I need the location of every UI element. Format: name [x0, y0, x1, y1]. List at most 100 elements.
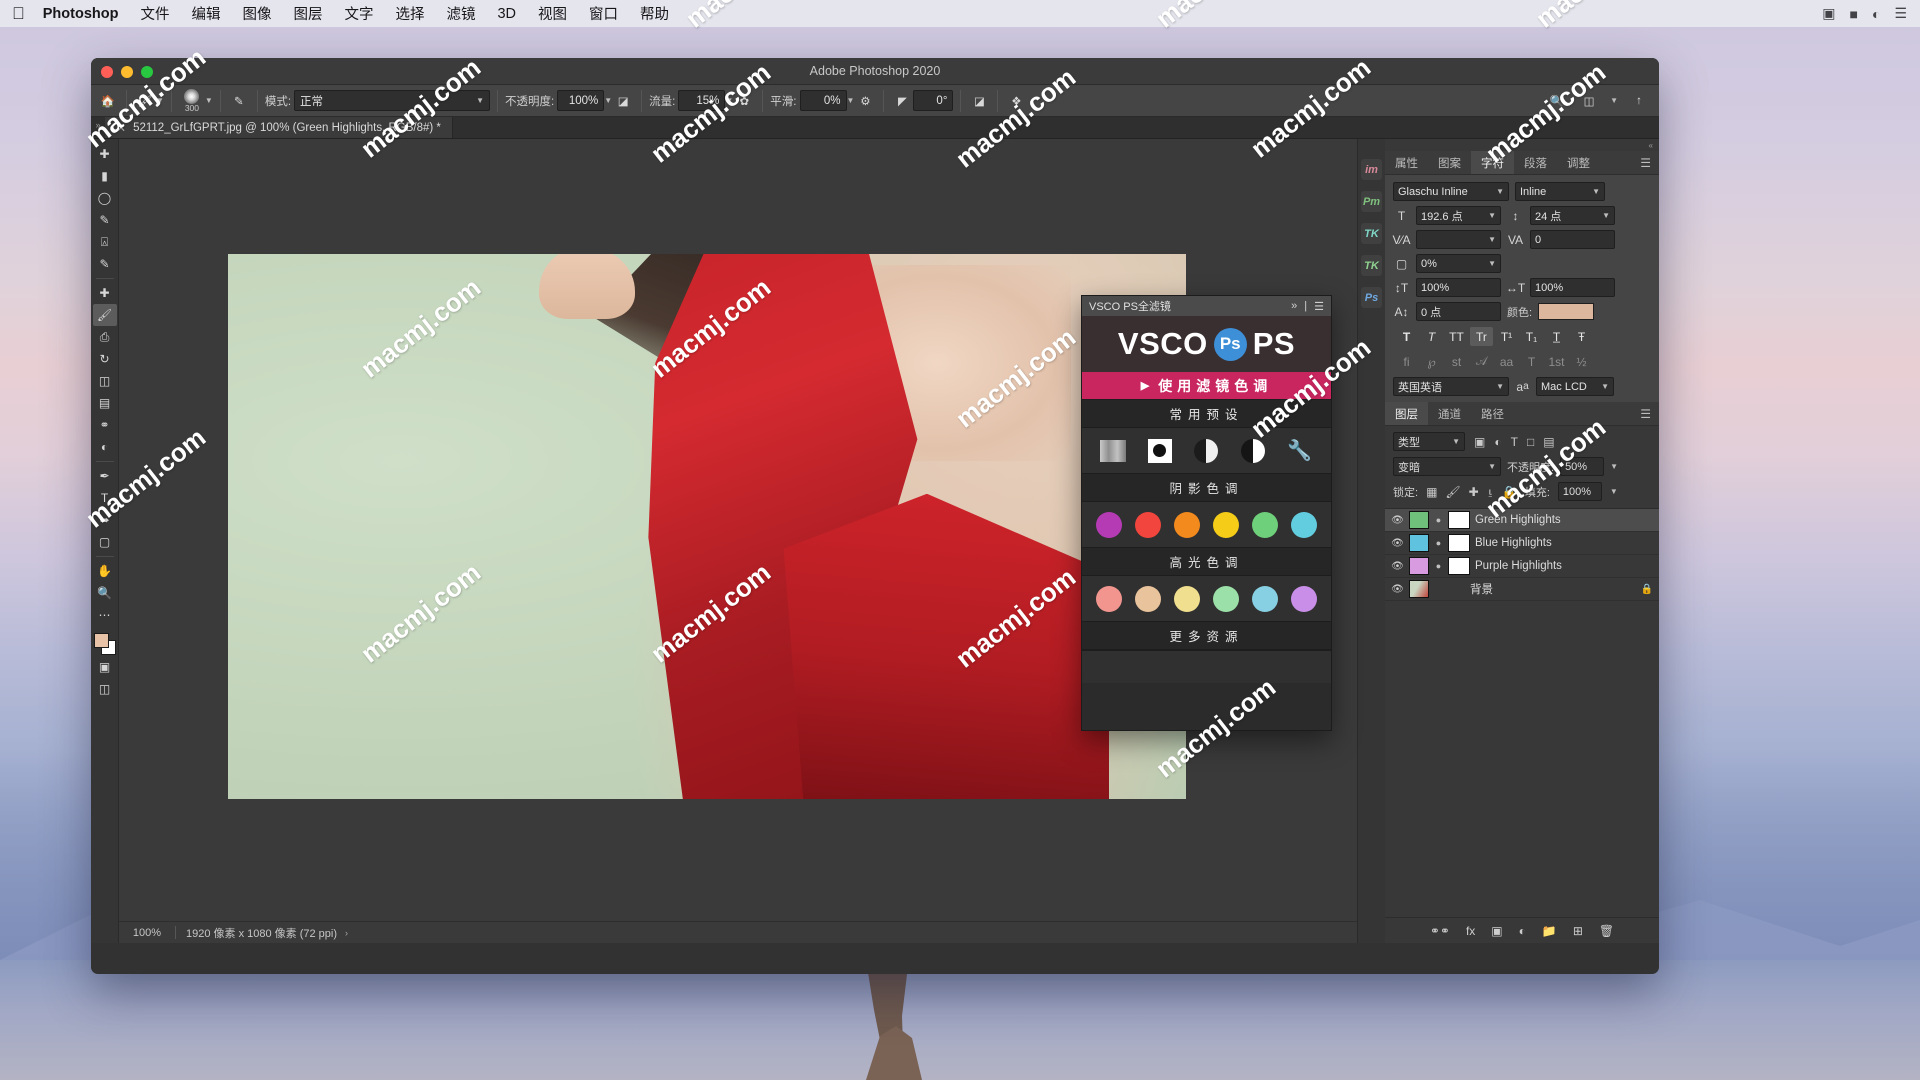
tab-properties[interactable]: 属性: [1385, 151, 1428, 174]
highlight-color-blue[interactable]: [1251, 585, 1278, 612]
chevron-down-icon[interactable]: ▼: [725, 96, 733, 105]
swash-button[interactable]: 𝒜: [1470, 352, 1493, 371]
layer-thumbnail[interactable]: [1409, 580, 1429, 598]
vsco-plugin-panel[interactable]: VSCO PS全滤镜 » | ☰ VSCO Ps PS ▶ 使用滤镜色调 常用预…: [1081, 295, 1332, 731]
menu-item-edit[interactable]: 编辑: [191, 3, 220, 24]
lock-transparent-icon[interactable]: ▦: [1426, 485, 1437, 499]
blur-tool[interactable]: ⚭: [93, 414, 117, 436]
superscript-button[interactable]: T¹: [1495, 327, 1518, 346]
shadow-color-red[interactable]: [1135, 511, 1162, 538]
tkactions-plugin-icon[interactable]: TK: [1361, 223, 1382, 244]
mask-link-icon[interactable]: ●: [1434, 538, 1443, 548]
search-icon[interactable]: 🔍: [1546, 90, 1568, 112]
gradient-preset-button[interactable]: [1100, 438, 1127, 464]
menu-item-layer[interactable]: 图层: [293, 3, 322, 24]
chevron-down-icon[interactable]: ▼: [604, 96, 612, 105]
tkactions2-plugin-icon[interactable]: TK: [1361, 255, 1382, 276]
menu-item-help[interactable]: 帮助: [640, 3, 669, 24]
menu-item-3d[interactable]: 3D: [497, 6, 516, 22]
tracking-input[interactable]: 0: [1530, 230, 1615, 249]
layer-visibility-icon[interactable]: 👁: [1391, 538, 1404, 549]
shape-tool[interactable]: ▢: [93, 531, 117, 553]
flow-input[interactable]: 15%: [678, 90, 726, 111]
vertical-scale-input[interactable]: 0% ▼: [1416, 254, 1501, 273]
hand-tool[interactable]: ✋: [93, 560, 117, 582]
new-group-icon[interactable]: 📁: [1542, 924, 1557, 938]
zoom-level[interactable]: 100%: [119, 927, 175, 939]
link-layers-icon[interactable]: ⚭⚭: [1430, 924, 1450, 938]
lock-artboard-icon[interactable]: ⍸: [1487, 484, 1494, 499]
layer-visibility-icon[interactable]: 👁: [1391, 515, 1404, 526]
layer-style-icon[interactable]: fx: [1466, 924, 1475, 938]
imageenlarger-plugin-icon[interactable]: im: [1361, 159, 1382, 180]
filter-type-icon[interactable]: T: [1511, 435, 1518, 449]
opacity-input[interactable]: 100%: [557, 90, 605, 111]
history-brush-tool[interactable]: ↻: [93, 348, 117, 370]
menu-item-window[interactable]: 窗口: [589, 3, 618, 24]
quick-mask-icon[interactable]: ▣: [93, 656, 117, 678]
font-style-select[interactable]: Inline ▼: [1515, 182, 1605, 201]
faux-bold-button[interactable]: T: [1395, 327, 1418, 346]
halftone-preset-button[interactable]: [1240, 438, 1266, 464]
kerning-input[interactable]: ▼: [1416, 230, 1501, 249]
layer-name[interactable]: Green Highlights: [1475, 514, 1653, 526]
move-tool[interactable]: ✚: [93, 143, 117, 165]
filter-shape-icon[interactable]: □: [1527, 435, 1534, 449]
dodge-tool[interactable]: ◐: [93, 436, 117, 458]
font-family-select[interactable]: Glaschu Inline ▼: [1393, 182, 1509, 201]
document-artboard[interactable]: [228, 254, 1186, 799]
lock-position-icon[interactable]: ✚: [1469, 485, 1479, 499]
menu-item-file[interactable]: 文件: [140, 3, 169, 24]
lock-all-icon[interactable]: 🔒: [1502, 485, 1517, 499]
apply-filter-button[interactable]: ▶ 使用滤镜色调: [1082, 372, 1331, 399]
filter-pixel-icon[interactable]: ▣: [1474, 435, 1485, 449]
pen-tool[interactable]: ✒: [93, 465, 117, 487]
shadow-color-cyan[interactable]: [1290, 511, 1317, 538]
brush-tool[interactable]: 🖌: [92, 304, 117, 326]
shadow-color-yellow[interactable]: [1212, 511, 1239, 538]
all-caps-button[interactable]: TT: [1445, 327, 1468, 346]
tab-paths[interactable]: 路径: [1471, 402, 1514, 425]
clone-stamp-tool[interactable]: ⎙: [93, 326, 117, 348]
highlight-color-green[interactable]: [1212, 585, 1239, 612]
close-icon[interactable]: ✕: [116, 121, 126, 135]
lasso-tool[interactable]: ◯: [93, 187, 117, 209]
discretionary-ligatures-button[interactable]: st: [1445, 352, 1468, 371]
tools-preset-button[interactable]: 🔧: [1287, 438, 1313, 464]
layer-mask-icon[interactable]: ▣: [1491, 924, 1502, 938]
angle-input[interactable]: 0°: [913, 90, 954, 111]
layer-name[interactable]: 背景: [1470, 581, 1636, 597]
smoothing-input[interactable]: 0%: [799, 90, 847, 111]
contextual-alternates-button[interactable]: ℘: [1420, 352, 1443, 371]
crop-tool[interactable]: ⍓: [93, 231, 117, 253]
menu-item-photoshop[interactable]: Photoshop: [43, 6, 119, 22]
layer-locked-icon[interactable]: 🔒: [1641, 584, 1653, 595]
angle-icon[interactable]: ◤: [891, 90, 913, 112]
tab-patterns[interactable]: 图案: [1428, 151, 1471, 174]
portraiture-plugin-icon[interactable]: Pm: [1361, 191, 1382, 212]
shadow-color-magenta[interactable]: [1096, 511, 1123, 538]
blend-mode-select[interactable]: 正常 ▼: [294, 90, 491, 111]
panel-menu-icon[interactable]: ☰: [1314, 300, 1324, 313]
panel-menu-icon[interactable]: ☰: [1632, 151, 1659, 174]
font-size-input[interactable]: 192.6 点 ▼: [1416, 206, 1501, 225]
panel-collapse-icon[interactable]: «: [1385, 139, 1659, 151]
gear-icon[interactable]: ⚙: [854, 90, 876, 112]
apple-icon[interactable]: : [12, 5, 25, 22]
circle-preset-button[interactable]: [1193, 438, 1219, 464]
language-select[interactable]: 英国英语 ▼: [1393, 377, 1509, 396]
menu-item-image[interactable]: 图像: [242, 3, 271, 24]
highlight-color-salmon[interactable]: [1096, 585, 1123, 612]
layer-row-purple-highlights[interactable]: 👁 ● Purple Highlights: [1385, 555, 1659, 578]
underline-button[interactable]: T̲: [1545, 327, 1568, 346]
workspace-icon[interactable]: ◫: [1578, 90, 1600, 112]
leading-input[interactable]: 24 点 ▼: [1530, 206, 1615, 225]
shadow-color-orange[interactable]: [1174, 511, 1201, 538]
chevron-down-icon[interactable]: ▼: [847, 96, 855, 105]
faux-italic-button[interactable]: T: [1420, 327, 1443, 346]
chevron-down-icon[interactable]: ▼: [205, 96, 213, 105]
collapse-icon[interactable]: »: [91, 117, 105, 138]
layer-row-green-highlights[interactable]: 👁 ● Green Highlights: [1385, 509, 1659, 532]
tab-channels[interactable]: 通道: [1428, 402, 1471, 425]
layer-blend-mode-select[interactable]: 变暗 ▼: [1393, 457, 1501, 476]
